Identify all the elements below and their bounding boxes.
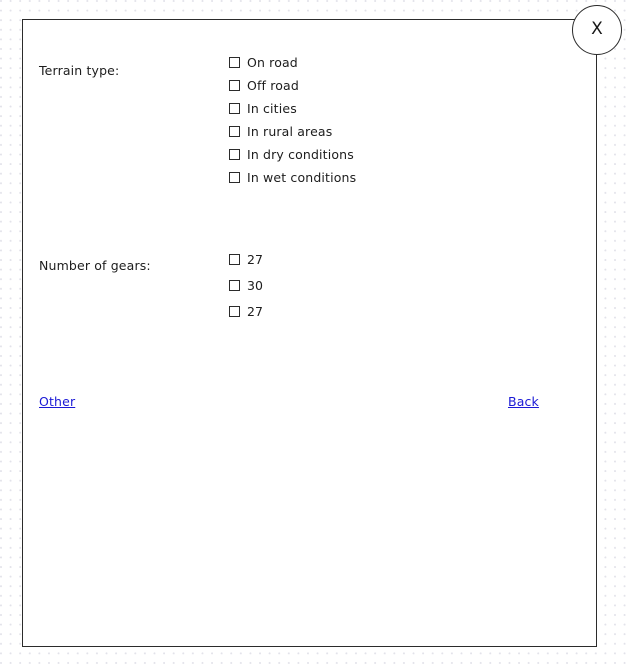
dialog-panel: Terrain type: On road Off road In cities… [22, 19, 597, 647]
checkbox-gears-1[interactable] [229, 253, 240, 265]
number-of-gears-options: 27 30 27 [229, 246, 263, 324]
checkbox-gears-3[interactable] [229, 305, 240, 317]
checkbox-off-road[interactable] [229, 80, 240, 91]
other-link[interactable]: Other [39, 394, 75, 409]
number-of-gears-label: Number of gears: [39, 258, 151, 273]
checkbox-label-in-rural-areas: In rural areas [247, 124, 333, 139]
checkbox-label-in-wet-conditions: In wet conditions [247, 170, 357, 185]
terrain-type-label: Terrain type: [39, 63, 120, 78]
checkbox-in-rural-areas[interactable] [229, 126, 240, 137]
checkbox-row-gears-1[interactable]: 27 [229, 246, 263, 272]
checkbox-label-gears-2: 30 [247, 277, 263, 293]
checkbox-row-in-rural-areas[interactable]: In rural areas [229, 120, 356, 143]
checkbox-row-in-wet-conditions[interactable]: In wet conditions [229, 166, 356, 189]
checkbox-row-in-dry-conditions[interactable]: In dry conditions [229, 143, 356, 166]
checkbox-in-wet-conditions[interactable] [229, 172, 240, 183]
close-x-icon: X [591, 19, 603, 39]
terrain-type-options: On road Off road In cities In rural area… [229, 51, 356, 189]
checkbox-label-on-road: On road [247, 55, 298, 70]
checkbox-label-gears-1: 27 [247, 251, 263, 267]
checkbox-in-dry-conditions[interactable] [229, 149, 240, 160]
checkbox-row-in-cities[interactable]: In cities [229, 97, 356, 120]
checkbox-row-off-road[interactable]: Off road [229, 74, 356, 97]
checkbox-gears-2[interactable] [229, 279, 240, 291]
checkbox-label-gears-3: 27 [247, 303, 263, 319]
close-button[interactable]: X [572, 5, 622, 55]
checkbox-row-gears-3[interactable]: 27 [229, 298, 263, 324]
checkbox-on-road[interactable] [229, 57, 240, 68]
dialog-content: Terrain type: On road Off road In cities… [23, 20, 596, 646]
checkbox-row-on-road[interactable]: On road [229, 51, 356, 74]
checkbox-label-in-cities: In cities [247, 101, 297, 116]
back-link[interactable]: Back [508, 394, 539, 409]
checkbox-in-cities[interactable] [229, 103, 240, 114]
checkbox-label-off-road: Off road [247, 78, 299, 93]
checkbox-row-gears-2[interactable]: 30 [229, 272, 263, 298]
checkbox-label-in-dry-conditions: In dry conditions [247, 147, 354, 162]
